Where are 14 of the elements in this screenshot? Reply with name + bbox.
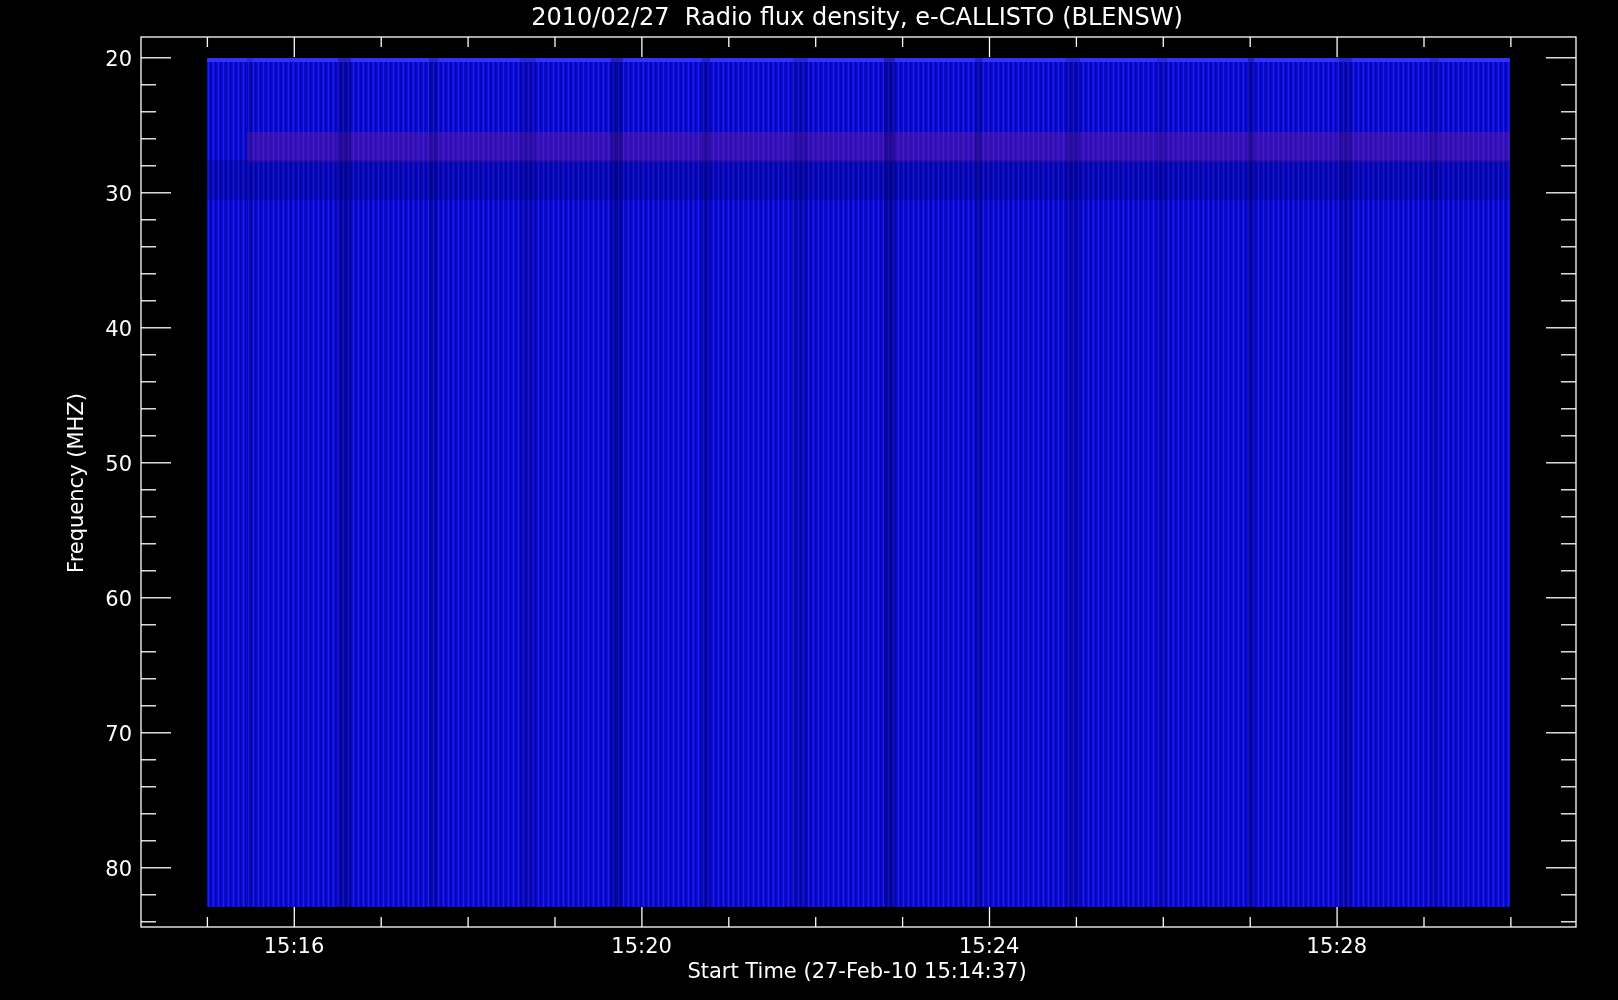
x-tick-label: 15:24 bbox=[958, 934, 1020, 958]
x-tick-label: 15:20 bbox=[611, 934, 672, 958]
y-tick-label: 70 bbox=[105, 721, 132, 746]
y-axis-label: Frequency (MHZ) bbox=[64, 393, 88, 573]
y-tick-label: 80 bbox=[105, 856, 132, 881]
y-tick-label: 40 bbox=[105, 316, 132, 341]
x-tick-label: 15:16 bbox=[263, 934, 325, 958]
y-tick-label: 20 bbox=[105, 46, 132, 71]
x-tick-label: 15:28 bbox=[1306, 934, 1368, 958]
y-tick-label: 50 bbox=[105, 451, 132, 476]
x-axis-label: Start Time (27-Feb-10 15:14:37) bbox=[687, 959, 1027, 983]
y-tick-label: 30 bbox=[105, 181, 132, 206]
y-tick-label: 60 bbox=[105, 586, 132, 611]
chart-title: 2010/02/27 Radio flux density, e-CALLISTO (BLENSW) bbox=[531, 3, 1183, 31]
